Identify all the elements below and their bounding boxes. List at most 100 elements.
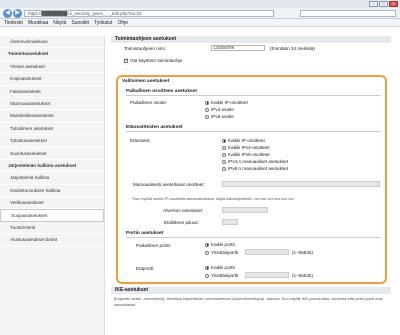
policy-name-input[interactable]: 123456789 <box>211 45 265 51</box>
subnet-label: Alverkon asetukset: <box>163 208 204 213</box>
address-bar: ◀ ▶ https://████████/m_security_ipsec_..… <box>0 8 400 19</box>
menu-favorites[interactable]: Suosikit <box>71 19 89 26</box>
policy-heading: Toimintaohjeen asetukset <box>111 36 391 43</box>
local-port-single-radio[interactable] <box>205 250 209 255</box>
local-port-single-label: Yksittäisportti <box>211 250 239 255</box>
sidebar-item-init[interactable]: Alustusasetukset tiedot <box>0 234 104 247</box>
title-bar: – □ ✕ <box>0 0 400 8</box>
remote-ipv6-label: Kaikki IPv6-osoitteet <box>228 152 270 157</box>
remote-all-label: Kaikki IP-osoitteet <box>228 138 265 143</box>
remote-ipv4-manual-radio[interactable] <box>222 159 226 164</box>
remote-option-all[interactable]: Kaikki IP-osoitteet <box>222 138 265 143</box>
manual-addresses-label: Manuaalisesti asetettavat osoitteet: <box>133 182 205 187</box>
divider <box>126 95 381 96</box>
enable-policy-row: Ota käyttöön toimintaohje <box>124 57 183 63</box>
local-option-ipv4[interactable]: IPv4-osoite <box>205 107 234 112</box>
maximize-button[interactable]: □ <box>379 1 388 7</box>
remote-all-radio[interactable] <box>222 138 226 143</box>
menu-edit[interactable]: Muokkaa <box>28 19 48 26</box>
remote-address-heading: Etäosoitteiden asetukset <box>126 125 183 130</box>
local-port-label: Paikallinen portti: <box>136 243 171 248</box>
sidebar-section-functions: Toimintoasetukset <box>0 48 104 61</box>
sidebar-item-import-export[interactable]: Tuonti/Vienti <box>0 222 104 235</box>
local-port-range: (1–65535) <box>292 250 313 255</box>
remote-port-single-radio[interactable] <box>205 273 209 278</box>
back-arrow-icon[interactable]: ◀ <box>3 9 12 18</box>
sidebar-item-security[interactable]: Suojausasetukset <box>0 209 104 222</box>
menu-help[interactable]: Ohje <box>118 19 129 26</box>
local-port-input[interactable] <box>245 249 289 255</box>
policy-name-label: Toimintaohjeen nimi: <box>124 46 166 51</box>
sidebar-section-system: Järjestelmän hallinta-asetukset <box>0 160 104 173</box>
sidebar-item-memory-media[interactable]: Muistivälineasetukset <box>0 110 104 123</box>
selector-heading: Valitsimen asetukset <box>122 79 170 84</box>
remote-port-single[interactable]: Yksittäisportti <box>205 273 238 278</box>
prefix-length-input[interactable] <box>222 219 238 225</box>
local-all-label: Kaikki IP-osoitteet <box>211 100 248 105</box>
menu-tools[interactable]: Työkalut <box>94 19 113 26</box>
remote-port-label: Etäportti: <box>136 266 155 271</box>
local-option-all[interactable]: Kaikki IP-osoitteet <box>205 100 248 105</box>
remote-option-ipv4-manual[interactable]: IPv4:n manuaaliset asetukset <box>222 159 288 164</box>
remote-ipv6-manual-label: IPv6:n manuaaliset asetukset <box>228 166 289 171</box>
sidebar: Äänenvoimakkuus Toimintoasetukset Yleise… <box>0 36 105 335</box>
sidebar-item-volume[interactable]: Äänenvoimakkuus <box>0 36 104 49</box>
bottom-fade <box>111 312 400 335</box>
browser-search-field[interactable] <box>300 10 396 17</box>
enable-policy-label: Ota käyttöön toimintaohje <box>130 58 183 63</box>
local-address-heading: Paikallisen osoitteen asetukset <box>126 89 197 94</box>
local-port-all-label: Kaikki portit <box>211 242 235 247</box>
prefix-length-label: Etuliitteen pituus: <box>164 220 199 225</box>
enable-policy-checkbox[interactable] <box>124 57 129 63</box>
remote-ipv6-manual-radio[interactable] <box>222 166 226 171</box>
remote-ipv6-radio[interactable] <box>222 152 226 157</box>
sidebar-item-system-management[interactable]: Järjestelmä hallinta <box>0 172 104 185</box>
local-ipv6-radio[interactable] <box>205 114 209 119</box>
sidebar-item-print[interactable]: Tulostusasetukset <box>0 135 104 148</box>
sidebar-item-id-management[interactable]: Osoitetunnuksen hallinta <box>0 185 104 198</box>
url-field[interactable]: https://████████/m_security_ipsec_..._ed… <box>24 10 274 17</box>
local-ipv4-radio[interactable] <box>205 107 209 112</box>
remote-option-ipv6[interactable]: Kaikki IPv6-osoitteet <box>222 152 270 157</box>
local-ipv6-label: IPv6-osoite <box>211 114 234 119</box>
remote-option-ipv6-manual[interactable]: IPv6:n manuaaliset asetukset <box>222 166 288 171</box>
policy-name-hint: (Enintään 24 merkkiä) <box>270 46 315 51</box>
sidebar-item-general[interactable]: Yleiset asetukset <box>0 61 104 74</box>
subnet-input[interactable] <box>222 207 268 213</box>
remote-option-ipv4[interactable]: Kaikki IPv4-osoitteet <box>222 145 270 150</box>
menu-view[interactable]: Näytä <box>53 19 66 26</box>
sidebar-item-performance[interactable]: Suoritusasetukset <box>0 148 104 160</box>
local-ipv4-label: IPv4-osoite <box>211 107 234 112</box>
local-address-label: Paikallinen osoite: <box>130 100 168 105</box>
local-port-single[interactable]: Yksittäisportti <box>205 250 238 255</box>
remote-port-all-label: Kaikki portit <box>211 265 235 270</box>
remote-ipv4-label: Kaikki IPv4-osoitteet <box>228 145 270 150</box>
remote-address-label: Etäosoite: <box>130 138 151 143</box>
divider <box>126 237 381 238</box>
remote-ipv4-manual-label: IPv4:n manuaaliset asetukset <box>228 159 289 164</box>
remote-port-all-radio[interactable] <box>205 265 209 270</box>
sidebar-item-copy[interactable]: Kopioasetukset <box>0 73 104 86</box>
minimize-button[interactable]: – <box>369 1 378 7</box>
menu-file[interactable]: Tiedosto <box>4 19 23 26</box>
remote-port-range: (1–65535) <box>292 273 313 278</box>
close-button[interactable]: ✕ <box>389 1 398 7</box>
remote-port-all[interactable]: Kaikki portit <box>205 265 235 270</box>
sidebar-item-fax[interactable]: Faksiasetukset <box>0 86 104 98</box>
ike-heading: IKE-asetukset <box>111 287 391 294</box>
remote-ipv4-radio[interactable] <box>222 145 226 150</box>
sidebar-item-scan[interactable]: Skannausasetukset <box>0 98 104 111</box>
sidebar-item-network[interactable]: Verkkoasetukset <box>0 197 104 210</box>
port-heading: Portin asetukset <box>126 231 164 236</box>
forward-arrow-icon[interactable]: ▶ <box>13 9 22 18</box>
menu-bar: Tiedosto Muokkaa Näytä Suosikit Työkalut… <box>0 19 400 27</box>
local-option-ipv6[interactable]: IPv6-osoite <box>205 114 234 119</box>
local-port-all[interactable]: Kaikki portit <box>205 242 235 247</box>
local-all-radio[interactable] <box>205 100 209 105</box>
local-port-all-radio[interactable] <box>205 242 209 247</box>
remote-port-input[interactable] <box>245 272 289 278</box>
sidebar-item-printer[interactable]: Tulostimen asetukset <box>0 123 104 136</box>
ip-input-note: *Kun syötät useita IP-osoitteita samanai… <box>132 196 295 201</box>
ike-description: [Esijaettu avain -menetelmä]: Ilmoittaa … <box>114 296 383 307</box>
manual-addresses-input[interactable] <box>222 181 380 187</box>
